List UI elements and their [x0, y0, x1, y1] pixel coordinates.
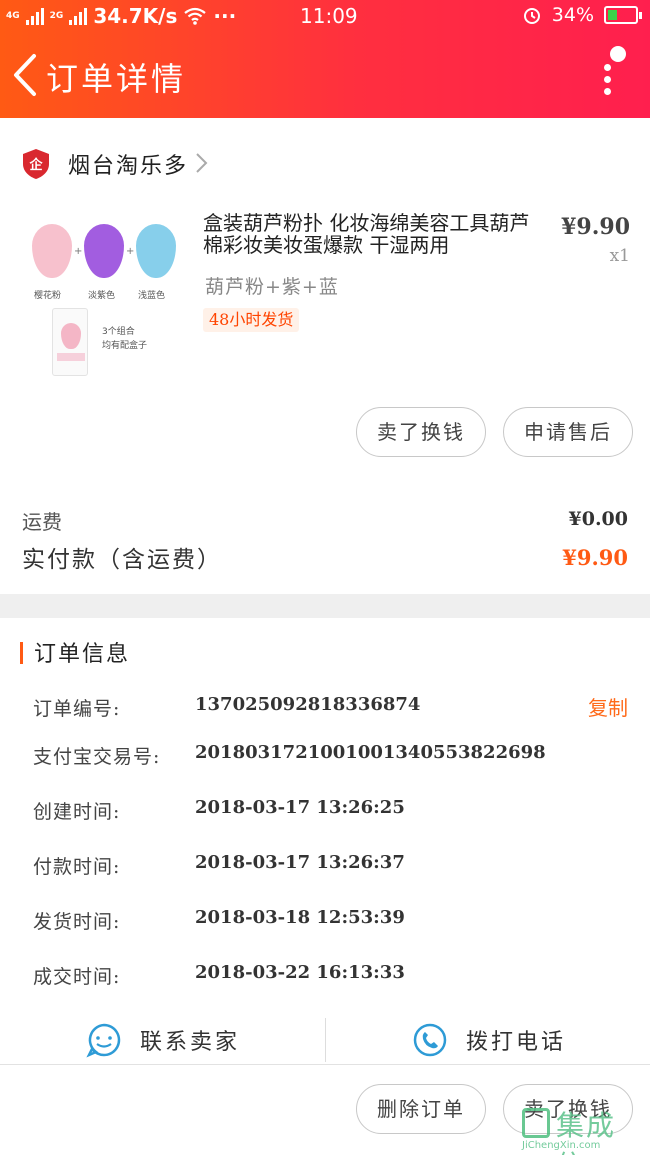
alipay-trade-row: 支付宝交易号: 2018031721001001340553822698	[0, 734, 650, 774]
delete-order-button[interactable]: 删除订单	[356, 1084, 486, 1134]
created-time-row: 创建时间: 2018-03-17 13:26:25	[0, 789, 650, 829]
pink-sponge	[32, 224, 72, 278]
contact-divider	[325, 1018, 326, 1062]
network-speed: 34.7K/s	[93, 4, 178, 28]
product-spec: 葫芦粉+紫+蓝	[205, 276, 339, 298]
signal-1-icon	[25, 7, 44, 25]
watermark-logo-icon	[522, 1108, 550, 1138]
svg-text:企: 企	[28, 157, 43, 173]
order-number-row: 订单编号: 137025092818336874 复制	[0, 686, 650, 726]
info-label: 支付宝交易号:	[33, 746, 161, 768]
call-phone-button[interactable]: 拨打电话	[412, 1022, 566, 1058]
info-label: 付款时间:	[33, 856, 121, 878]
contact-seller-label: 联系卖家	[140, 1030, 241, 1055]
pack-note: 3个组合	[102, 327, 135, 337]
info-label: 成交时间:	[33, 966, 121, 988]
title-bar: 订单详情	[0, 40, 650, 110]
product-price: ¥9.90	[561, 214, 630, 240]
clock: 11:09	[300, 4, 358, 28]
section-divider	[0, 594, 650, 618]
call-phone-label: 拨打电话	[466, 1030, 567, 1055]
watermark: 集成信 JiChengXin.com	[522, 1104, 640, 1155]
info-value: 2018031721001001340553822698	[195, 742, 546, 763]
status-left: 4G 2G 34.7K/s ···	[6, 4, 236, 28]
pack-note: 均有配盒子	[102, 341, 148, 351]
battery-percent: 34%	[551, 4, 594, 26]
info-value: 137025092818336874	[195, 694, 421, 715]
shipping-tag: 48小时发货	[203, 308, 300, 332]
contact-seller-button[interactable]: 联系卖家	[86, 1022, 240, 1058]
status-more: ···	[213, 4, 237, 28]
shop-name: 烟台淘乐多	[68, 154, 189, 179]
order-info-title: 订单信息	[34, 642, 131, 667]
info-value: 2018-03-17 13:26:37	[195, 852, 405, 873]
contact-bar: 联系卖家 拨打电话	[0, 1016, 650, 1068]
payment-time-row: 付款时间: 2018-03-17 13:26:37	[0, 844, 650, 884]
product-thumbnail[interactable]: + + 樱花粉 淡紫色 浅蓝色 3个组合 均有配盒子	[22, 212, 194, 382]
info-value: 2018-03-18 12:53:39	[195, 907, 405, 928]
info-value: 2018-03-17 13:26:25	[195, 797, 405, 818]
sell-for-cash-button[interactable]: 卖了换钱	[356, 407, 486, 457]
network-type-2: 2G	[49, 10, 64, 21]
chevron-right-icon	[196, 153, 208, 173]
package-image	[52, 308, 88, 376]
status-bar: 4G 2G 34.7K/s ··· 11:09 34%	[0, 0, 650, 34]
section-accent-bar	[20, 642, 23, 664]
thumb-label: 樱花粉	[34, 291, 62, 301]
copy-button[interactable]: 复制	[588, 692, 628, 721]
paid-amount-value: ¥9.90	[562, 545, 628, 570]
shipped-time-row: 发货时间: 2018-03-18 12:53:39	[0, 899, 650, 939]
status-right: 34%	[522, 4, 642, 26]
back-icon[interactable]	[8, 52, 48, 98]
info-label: 订单编号:	[33, 698, 121, 720]
info-label: 创建时间:	[33, 801, 121, 823]
info-value: 2018-03-22 16:13:33	[195, 962, 405, 983]
completed-time-row: 成交时间: 2018-03-22 16:13:33	[0, 954, 650, 994]
shop-row[interactable]: 企 烟台淘乐多	[0, 118, 650, 206]
enterprise-shop-icon: 企	[23, 149, 49, 179]
notification-dot	[610, 46, 626, 62]
watermark-url: JiChengXin.com	[522, 1140, 601, 1151]
thumb-plus: +	[74, 246, 83, 257]
blue-sponge	[136, 224, 176, 278]
battery-level	[608, 10, 617, 20]
purple-sponge	[84, 224, 124, 278]
info-label: 发货时间:	[33, 911, 121, 933]
page-title: 订单详情	[46, 60, 187, 98]
paid-amount-label: 实付款（含运费）	[22, 547, 222, 573]
bottom-divider	[0, 1064, 650, 1065]
app-header: 4G 2G 34.7K/s ··· 11:09 34% 订单详情	[0, 0, 650, 118]
shipping-fee-label: 运费	[22, 510, 62, 534]
apply-aftersale-button[interactable]: 申请售后	[503, 407, 633, 457]
more-menu-icon[interactable]	[590, 46, 630, 98]
product-title[interactable]: 盒装葫芦粉扑 化妆海绵美容工具葫芦棉彩妆美妆蛋爆款 干湿两用	[203, 212, 548, 256]
phone-icon	[413, 1023, 447, 1057]
shipping-fee-value: ¥0.00	[568, 508, 629, 530]
chat-icon	[86, 1023, 121, 1058]
signal-2-icon	[69, 7, 88, 25]
product-quantity: x1	[609, 246, 630, 266]
wifi-icon	[184, 7, 207, 25]
battery-icon	[604, 6, 642, 24]
thumb-plus: +	[126, 246, 135, 257]
alarm-icon	[523, 8, 540, 24]
thumb-label: 浅蓝色	[138, 291, 166, 301]
thumb-label: 淡紫色	[88, 291, 116, 301]
network-type-1: 4G	[6, 10, 20, 21]
